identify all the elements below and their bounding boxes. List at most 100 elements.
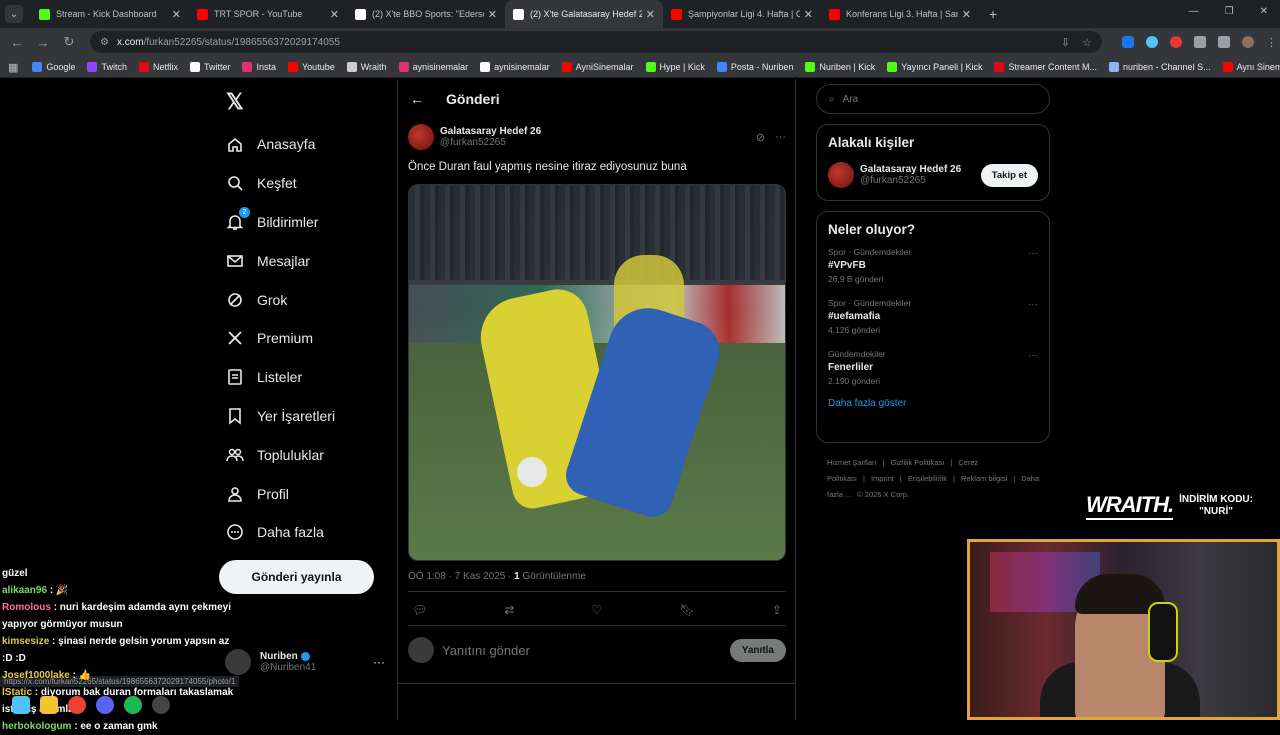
chrome-icon[interactable] — [68, 696, 86, 714]
footer-link[interactable]: Erişilebilirlik — [908, 474, 947, 483]
show-more-link[interactable]: Daha fazla göster — [817, 396, 1049, 421]
windows-start-icon[interactable] — [12, 696, 30, 714]
close-tab-icon[interactable]: ✕ — [646, 8, 655, 21]
bookmark-item[interactable]: Hype | Kick — [645, 61, 705, 72]
bookmark-item[interactable]: aynisinemalar — [398, 61, 468, 72]
nav-item[interactable]: Mesajlar — [226, 241, 335, 280]
nav-item[interactable]: Yer İşaretleri — [226, 397, 335, 436]
author-handle[interactable]: @furkan52265 — [440, 137, 541, 148]
like-icon[interactable]: ♡ — [592, 603, 603, 617]
close-tab-icon[interactable]: ✕ — [804, 8, 813, 21]
post-media-image[interactable] — [408, 184, 786, 561]
author-avatar[interactable] — [408, 124, 434, 150]
x-logo-icon[interactable]: 𝕏 — [226, 89, 244, 115]
chat-username[interactable]: Romolous — [2, 602, 51, 613]
bookmark-item[interactable]: Insta — [242, 61, 276, 72]
reload-icon[interactable]: ↻ — [56, 34, 82, 50]
post-more-icon[interactable]: ··· — [775, 131, 786, 144]
bookmark-item[interactable]: Yayıncı Paneli | Kick — [887, 61, 982, 72]
close-tab-icon[interactable]: ✕ — [172, 8, 181, 21]
browser-tab[interactable]: (2) X'te BBO Sports: "Ederson: ' ✕ — [347, 0, 505, 28]
share-icon[interactable]: ⇪ — [772, 603, 782, 617]
nav-item[interactable]: Listeler — [226, 358, 335, 397]
bookmark-item[interactable]: nuriben - Channel S... — [1109, 61, 1211, 72]
site-info-icon[interactable]: ⚙ — [100, 37, 109, 48]
nav-item[interactable]: 2 Bildirimler — [226, 203, 335, 242]
browser-tab[interactable]: Konferans Ligi 3. Hafta | Samsun ✕ — [821, 0, 979, 28]
related-person[interactable]: Galatasaray Hedef 26 @furkan52265 Takip … — [817, 156, 1049, 198]
media-controls-icon[interactable] — [1218, 36, 1230, 48]
related-avatar[interactable] — [828, 162, 854, 188]
install-app-icon[interactable]: ⇩ — [1061, 36, 1070, 49]
browser-tab[interactable]: Şampiyonlar Ligi 4. Hafta | Club ✕ — [663, 0, 821, 28]
trend-more-icon[interactable]: ··· — [1028, 350, 1038, 361]
trend-item[interactable]: Spor · Gündemdekiler #uefamafia 4.126 gönd… — [817, 294, 1049, 345]
extension-shield-icon[interactable] — [1122, 36, 1134, 48]
back-arrow-icon[interactable]: ← — [410, 91, 424, 107]
extension-globe-icon[interactable] — [1146, 36, 1158, 48]
bookmark-item[interactable]: Posta - Nuriben — [716, 61, 793, 72]
close-window-icon[interactable]: ✕ — [1260, 6, 1268, 17]
bookmark-item[interactable]: Twitch — [87, 61, 127, 72]
bookmark-icon[interactable]: 🔖︎ — [680, 603, 695, 617]
spotify-icon[interactable] — [124, 696, 142, 714]
search-input[interactable]: ⌕ Ara — [816, 84, 1050, 114]
bookmark-item[interactable]: Aynı Sinemalar - Ça... — [1222, 61, 1280, 72]
minimize-icon[interactable]: — — [1189, 6, 1199, 17]
chat-username[interactable]: kimsesize — [2, 636, 49, 647]
browser-tab[interactable]: TRT SPOR - YouTube ✕ — [189, 0, 347, 28]
chat-username[interactable]: alikaan96 — [2, 585, 47, 596]
nav-item[interactable]: Anasayfa — [226, 125, 335, 164]
post-time[interactable]: ÖÖ 1:08 · 7 Kas 2025 · — [408, 571, 514, 582]
more-icon[interactable]: ··· — [373, 655, 385, 669]
nav-item[interactable]: Profil — [226, 474, 335, 513]
bookmark-item[interactable]: Youtube — [288, 61, 335, 72]
bookmark-star-icon[interactable]: ☆ — [1082, 36, 1092, 49]
bookmark-item[interactable]: aynisinemalar — [480, 61, 550, 72]
reply-button[interactable]: Yanıtla — [729, 638, 786, 662]
footer-link[interactable]: Gizlilik Politikası — [891, 458, 945, 467]
file-explorer-icon[interactable] — [40, 696, 58, 714]
related-handle[interactable]: @furkan52265 — [860, 175, 961, 186]
nav-item[interactable]: Keşfet — [226, 164, 335, 203]
close-tab-icon[interactable]: ✕ — [962, 8, 971, 21]
account-switcher[interactable]: Nuriben @Nuriben41 ··· — [225, 642, 385, 682]
author-name[interactable]: Galatasaray Hedef 26 — [440, 126, 541, 137]
obs-icon[interactable] — [152, 696, 170, 714]
reply-input[interactable]: Yanıtını gönder — [442, 643, 530, 658]
bookmark-item[interactable]: Streamer Content M... — [994, 61, 1097, 72]
trend-item[interactable]: Gündemdekiler Fenerliler 2.190 gönderi ··· — [817, 345, 1049, 396]
footer-link[interactable]: Hizmet Şartları — [827, 458, 877, 467]
url-input[interactable]: ⚙ x.com/furkan52265/status/1986556372029… — [90, 31, 1102, 53]
nav-item[interactable]: Daha fazla — [226, 513, 335, 552]
repost-icon[interactable]: ⇄ — [504, 603, 514, 617]
related-name[interactable]: Galatasaray Hedef 26 — [860, 164, 961, 175]
footer-link[interactable]: Reklam bilgisi — [961, 474, 1007, 483]
grok-icon[interactable]: ⊘ — [756, 131, 765, 144]
nav-item[interactable]: Grok — [226, 280, 335, 319]
bookmark-item[interactable]: Netflix — [138, 61, 178, 72]
bookmark-item[interactable]: Nuriben | Kick — [805, 61, 875, 72]
nav-item[interactable]: Premium — [226, 319, 335, 358]
trend-more-icon[interactable]: ··· — [1028, 248, 1038, 259]
trend-more-icon[interactable]: ··· — [1028, 299, 1038, 310]
browser-menu-icon[interactable]: ⋮ — [1266, 36, 1278, 49]
bookmark-item[interactable]: Wraith — [346, 61, 387, 72]
bookmark-item[interactable]: Google — [32, 61, 75, 72]
footer-link[interactable]: © 2025 X Corp. — [857, 490, 909, 499]
reply-icon[interactable]: 💬︎ — [412, 603, 427, 617]
back-icon[interactable]: ← — [4, 35, 30, 50]
profile-avatar-icon[interactable] — [1242, 36, 1254, 48]
footer-link[interactable]: Imprint — [871, 474, 894, 483]
chat-username[interactable]: Josef1000lake — [2, 670, 70, 681]
tab-search-button[interactable]: ⌄ — [5, 5, 23, 23]
bookmark-item[interactable]: AyniSinemalar — [561, 61, 634, 72]
apps-grid-icon[interactable]: ▦ — [8, 61, 18, 74]
close-tab-icon[interactable]: ✕ — [488, 8, 497, 21]
maximize-icon[interactable]: ❐ — [1225, 6, 1234, 17]
close-tab-icon[interactable]: ✕ — [330, 8, 339, 21]
post-button[interactable]: Gönderi yayınla — [219, 560, 374, 594]
follow-button[interactable]: Takip et — [980, 163, 1038, 187]
extensions-puzzle-icon[interactable] — [1194, 36, 1206, 48]
trend-item[interactable]: Spor · Gündemdekiler #VPvFB 26,9 B gönderi… — [817, 243, 1049, 294]
